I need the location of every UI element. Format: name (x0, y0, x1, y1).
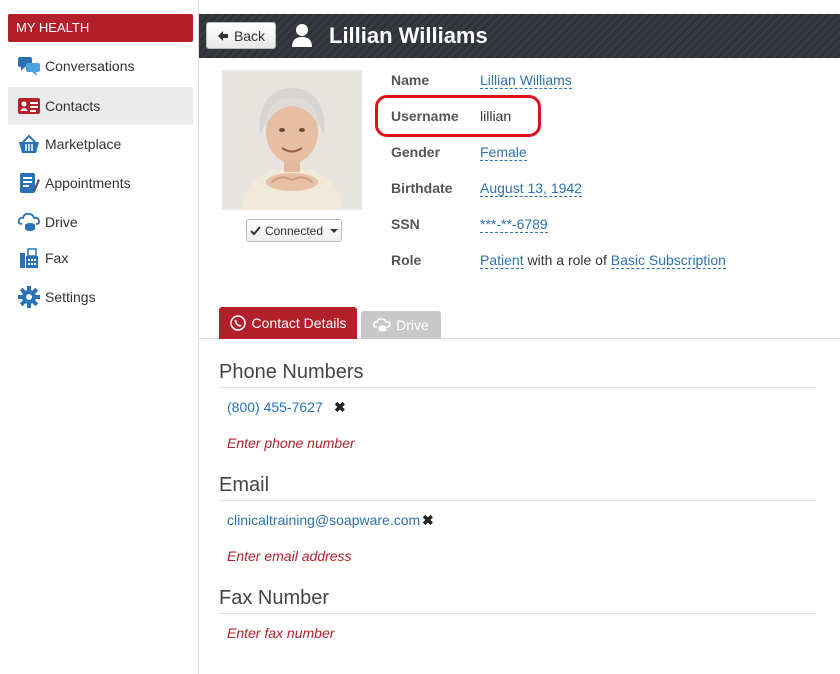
section-divider (219, 500, 816, 501)
back-button-label: Back (233, 27, 266, 44)
name-label: Name (391, 72, 430, 88)
phone-section-title: Phone Numbers (219, 361, 364, 383)
email-entry[interactable]: clinicaltraining@soapware.com (227, 511, 420, 529)
email-section-title: Email (219, 474, 270, 496)
username-highlight (375, 95, 541, 137)
name-link[interactable]: Lillian Williams (480, 72, 572, 89)
contact-photo (222, 70, 362, 210)
tab-label: Drive (396, 317, 429, 333)
tab-contact-details[interactable]: Contact Details (219, 307, 357, 339)
sidebar-item-marketplace[interactable]: Marketplace (8, 125, 193, 163)
phone-entry[interactable]: (800) 455-7627 (227, 398, 323, 416)
sidebar-item-drive[interactable]: Drive (8, 203, 193, 241)
arrow-left-icon (217, 30, 228, 41)
role-label: Role (391, 252, 422, 268)
birthdate-value: August 13, 1942 (480, 179, 582, 197)
basket-icon (16, 132, 42, 156)
contacts-icon (16, 94, 42, 118)
role-connector-text: with a role of (527, 252, 607, 268)
gear-icon (16, 285, 42, 309)
sidebar-item-fax[interactable]: Fax (8, 239, 193, 277)
sidebar-item-label: Contacts (45, 98, 101, 114)
ssn-link[interactable]: ***-**-6789 (480, 216, 548, 233)
connected-dropdown[interactable]: Connected (246, 219, 342, 242)
sidebar-item-label: Conversations (45, 58, 135, 74)
back-button[interactable]: Back (206, 22, 276, 49)
sidebar-item-settings[interactable]: Settings (8, 278, 193, 316)
checkmark-icon (250, 225, 261, 235)
phone-input[interactable]: Enter phone number (227, 434, 355, 452)
subscription-link[interactable]: Basic Subscription (610, 252, 726, 269)
drive-icon (373, 318, 391, 332)
appointments-icon (16, 171, 42, 195)
fax-input[interactable]: Enter fax number (227, 624, 334, 642)
gender-label: Gender (391, 144, 441, 160)
ssn-label: SSN (391, 216, 420, 232)
phone-icon (229, 315, 246, 331)
conversations-icon (16, 54, 42, 78)
sidebar-item-label: Settings (45, 289, 96, 305)
sidebar-item-conversations[interactable]: Conversations (8, 47, 193, 85)
section-divider (219, 387, 816, 388)
page-header: Back Lillian Williams (199, 14, 840, 58)
role-value: Patient with a role of Basic Subscriptio… (480, 251, 726, 269)
delete-phone-icon[interactable]: ✖ (334, 398, 346, 416)
delete-email-icon[interactable]: ✖ (422, 511, 434, 529)
role-link[interactable]: Patient (480, 252, 524, 269)
connected-label: Connected (264, 223, 324, 238)
page-title: Lillian Williams (329, 23, 488, 48)
sidebar-item-label: Appointments (45, 175, 131, 191)
tab-drive[interactable]: Drive (361, 311, 441, 339)
drive-icon (16, 210, 42, 234)
chevron-down-icon (330, 228, 339, 233)
sidebar-item-label: Fax (45, 250, 69, 266)
fax-section-title: Fax Number (219, 587, 330, 609)
ssn-value: ***-**-6789 (480, 215, 548, 233)
user-icon (292, 24, 312, 47)
sidebar-item-contacts[interactable]: Contacts (8, 87, 193, 125)
sidebar-header: MY HEALTH (8, 14, 193, 42)
gender-value: Female (480, 143, 527, 161)
section-divider (219, 613, 816, 614)
sidebar-item-label: Marketplace (45, 136, 122, 152)
sidebar-item-appointments[interactable]: Appointments (8, 164, 193, 202)
email-input[interactable]: Enter email address (227, 547, 352, 565)
sidebar-item-label: Drive (45, 214, 78, 230)
sidebar: MY HEALTH Conversations Contacts Marketp… (0, 0, 199, 674)
tab-label: Contact Details (251, 315, 347, 331)
fax-icon (16, 246, 42, 270)
birthdate-link[interactable]: August 13, 1942 (480, 180, 582, 197)
name-value: Lillian Williams (480, 71, 572, 89)
birthdate-label: Birthdate (391, 180, 453, 196)
gender-link[interactable]: Female (480, 144, 527, 161)
